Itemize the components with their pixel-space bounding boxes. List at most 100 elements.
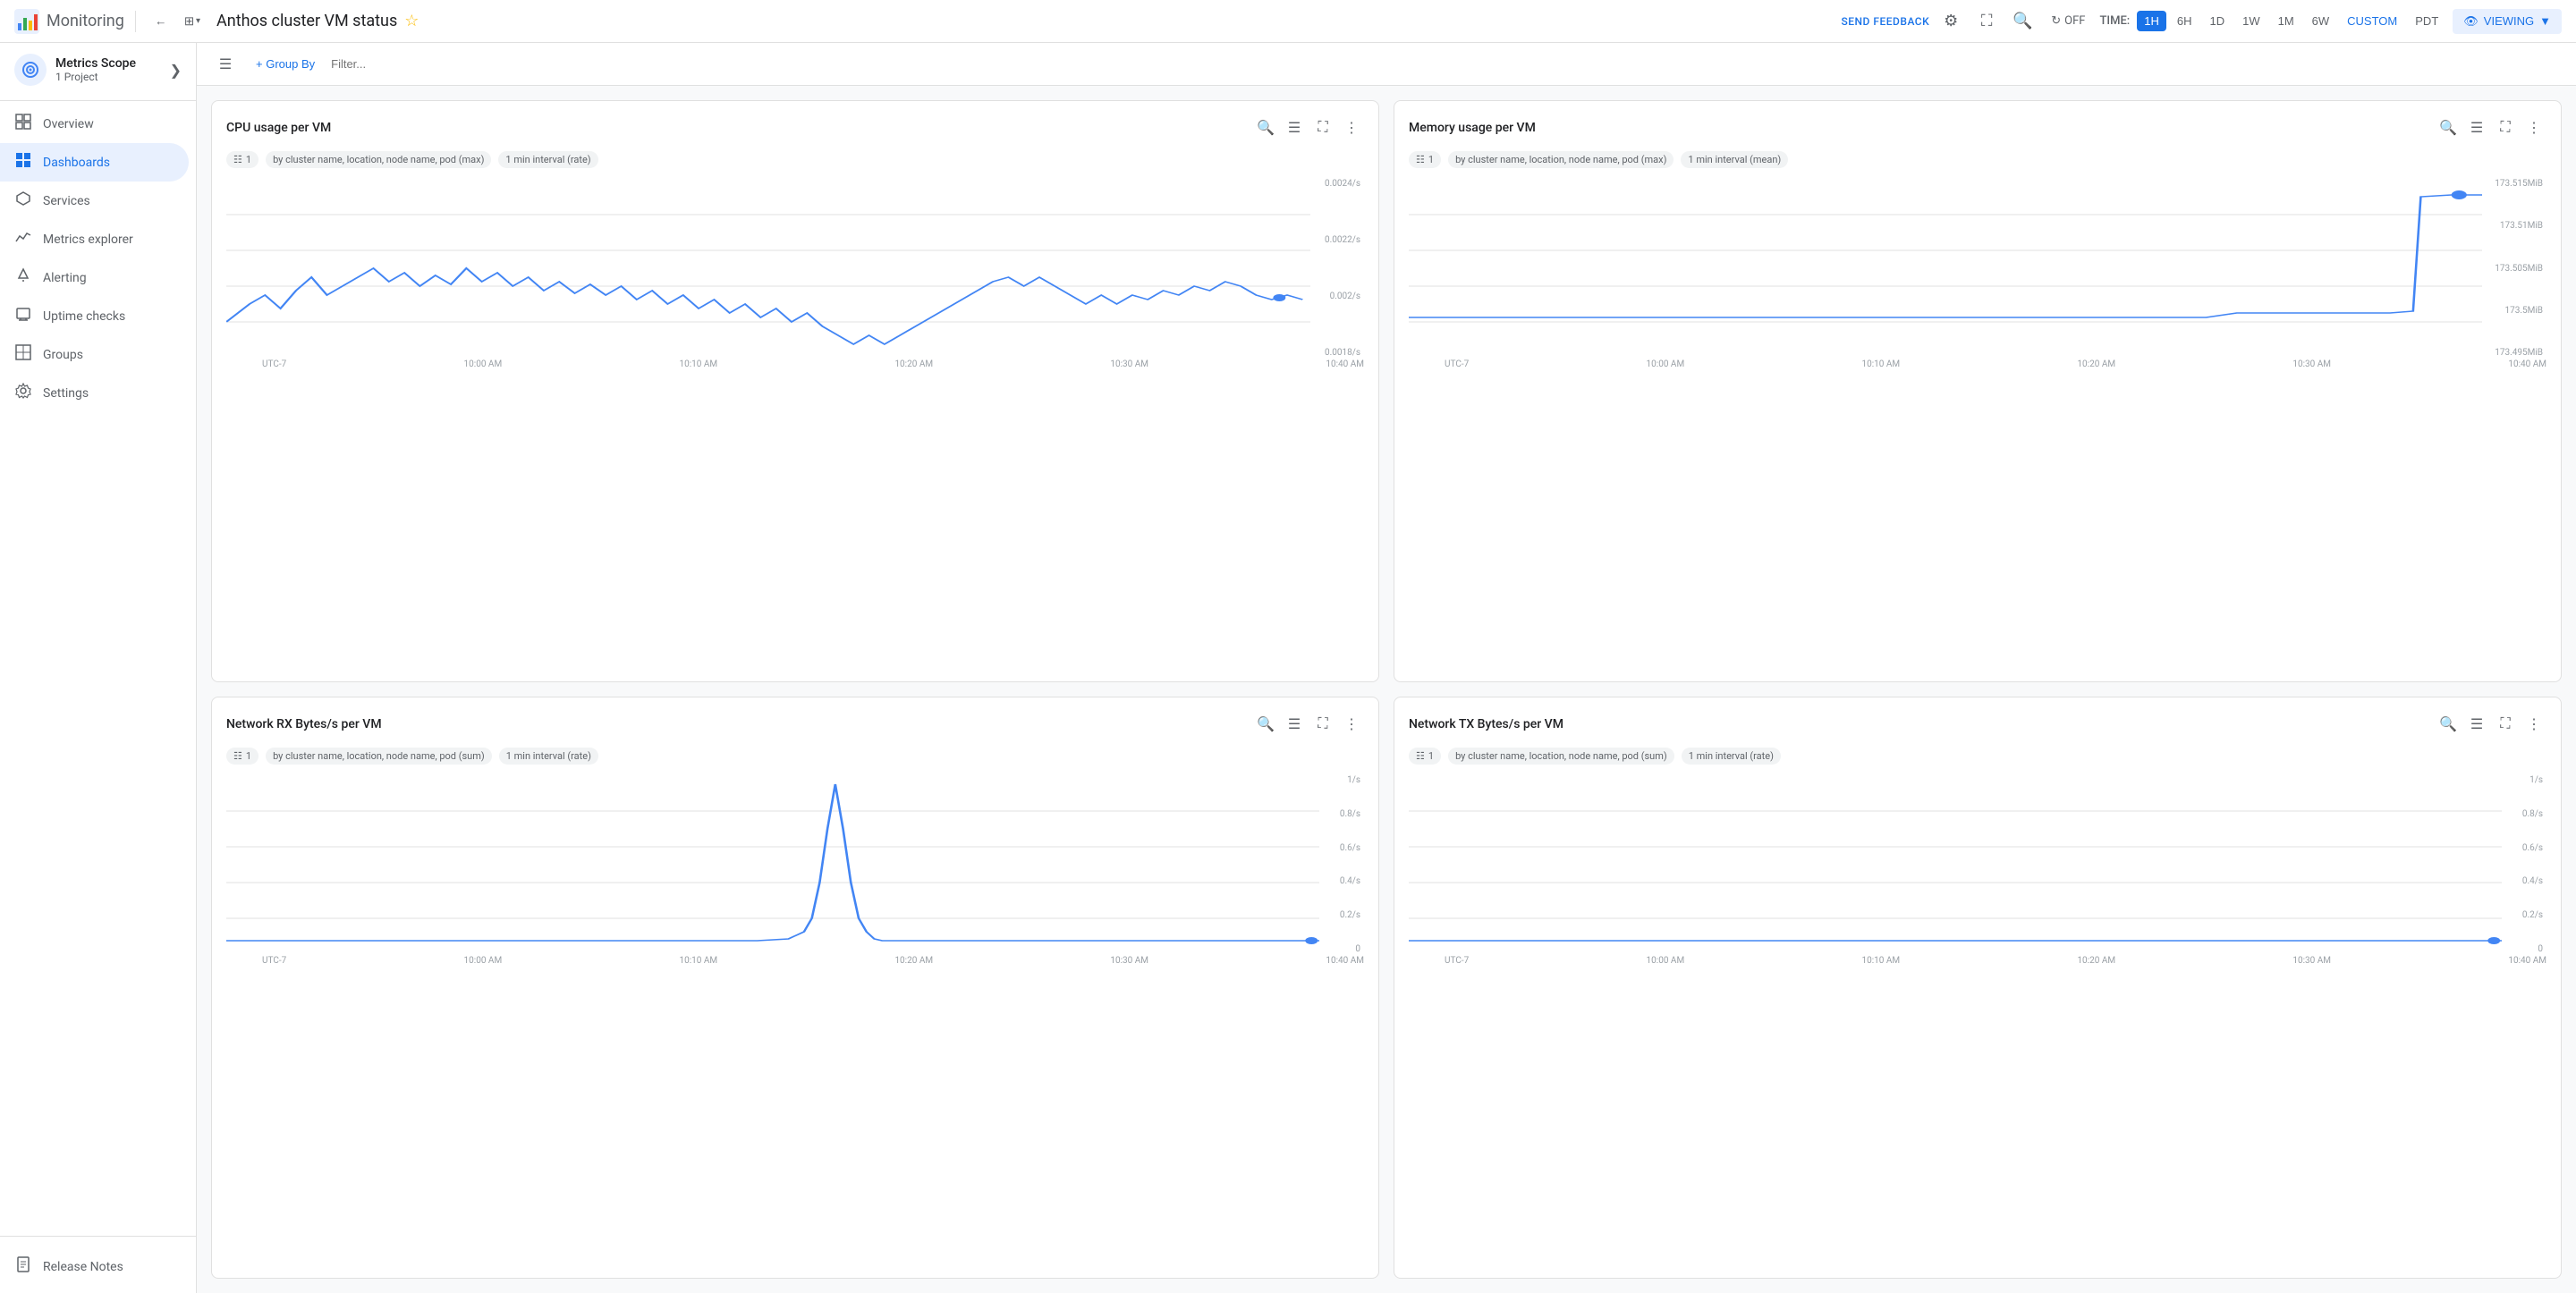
sidebar-item-metrics-explorer[interactable]: Metrics explorer: [0, 220, 189, 258]
time-6w-button[interactable]: 6W: [2305, 11, 2337, 31]
netrx-fullscreen-button[interactable]: ⛶: [1310, 712, 1335, 737]
netrx-y-label-3: 0.6/s: [1323, 843, 1360, 853]
memory-chart-title: Memory usage per VM: [1409, 121, 1536, 135]
viewing-button[interactable]: 👁 VIEWING ▼: [2453, 9, 2562, 34]
cpu-filter-tag[interactable]: ☷ 1: [226, 151, 258, 168]
time-6h-button[interactable]: 6H: [2170, 11, 2199, 31]
cpu-more-button[interactable]: ⋮: [1339, 115, 1364, 140]
sidebar-item-uptime-checks[interactable]: Uptime checks: [0, 297, 189, 335]
nettx-y-label-6: 0: [2505, 944, 2543, 954]
network-tx-chart-tags: ☷ 1 by cluster name, location, node name…: [1409, 748, 2546, 765]
dashboard-icon: ⊞: [184, 14, 194, 29]
memory-fullscreen-button[interactable]: ⛶: [2493, 115, 2518, 140]
cpu-interval-tag[interactable]: 1 min interval (rate): [498, 151, 597, 168]
time-custom-button[interactable]: CUSTOM: [2340, 11, 2404, 31]
nettx-more-button[interactable]: ⋮: [2521, 712, 2546, 737]
page-title: Anthos cluster VM status: [216, 12, 397, 30]
netrx-groupby-tag[interactable]: by cluster name, location, node name, po…: [266, 748, 492, 765]
dashboards-nav-button[interactable]: ⊞ ▾: [179, 7, 206, 36]
memory-chart-body: 173.515MiB 173.51MiB 173.505MiB 173.5MiB…: [1409, 179, 2546, 667]
nettx-groupby-tag[interactable]: by cluster name, location, node name, po…: [1448, 748, 1674, 765]
nettx-interval-tag[interactable]: 1 min interval (rate): [1682, 748, 1781, 765]
memory-chart-area: 173.515MiB 173.51MiB 173.505MiB 173.5MiB…: [1409, 179, 2546, 358]
nettx-legend-button[interactable]: ☰: [2464, 712, 2489, 737]
sidebar-item-settings[interactable]: Settings: [0, 374, 189, 412]
cpu-x-4: 10:30 AM: [1110, 359, 1148, 369]
netrx-x-1: 10:00 AM: [464, 956, 503, 966]
cpu-zoom-button[interactable]: 🔍: [1253, 115, 1278, 140]
nettx-x-1: 10:00 AM: [1647, 956, 1685, 966]
memory-chart-svg: [1409, 179, 2482, 358]
metrics-scope-sub: 1 Project: [55, 71, 161, 83]
viewing-chevron: ▼: [2539, 14, 2551, 28]
nettx-fullscreen-button[interactable]: ⛶: [2493, 712, 2518, 737]
cpu-chart-area: 0.0024/s 0.0022/s 0.002/s 0.0018/s: [226, 179, 1364, 358]
groups-label: Groups: [43, 348, 83, 362]
sidebar-item-release-notes[interactable]: Release Notes: [0, 1247, 189, 1286]
memory-y-label-5: 173.495MiB: [2486, 348, 2543, 358]
sidebar-header-chevron: ❯: [170, 62, 182, 79]
memory-interval-tag[interactable]: 1 min interval (mean): [1681, 151, 1788, 168]
metrics-explorer-label: Metrics explorer: [43, 232, 133, 247]
group-by-button[interactable]: + Group By: [247, 54, 324, 74]
netrx-tag3-label: 1 min interval (rate): [506, 750, 591, 762]
netrx-legend-button[interactable]: ☰: [1282, 712, 1307, 737]
sidebar-item-overview[interactable]: Overview: [0, 105, 189, 143]
netrx-more-button[interactable]: ⋮: [1339, 712, 1364, 737]
dashboards-label: Dashboards: [43, 156, 110, 170]
sidebar-item-alerting[interactable]: Alerting: [0, 258, 189, 297]
netrx-y-label-2: 0.8/s: [1323, 809, 1360, 819]
netrx-x-0: UTC-7: [262, 956, 286, 966]
netrx-y-label-4: 0.4/s: [1323, 876, 1360, 886]
nettx-filter-tag[interactable]: ☷ 1: [1409, 748, 1441, 765]
services-icon: [14, 190, 32, 211]
filter-input[interactable]: [331, 57, 2562, 71]
time-1d-button[interactable]: 1D: [2202, 11, 2232, 31]
netrx-y-labels: 1/s 0.8/s 0.6/s 0.4/s 0.2/s 0: [1319, 775, 1364, 954]
nettx-tag3-label: 1 min interval (rate): [1689, 750, 1774, 762]
cpu-tag3-label: 1 min interval (rate): [505, 154, 590, 165]
cpu-x-5: 10:40 AM: [1326, 359, 1364, 369]
time-label: TIME:: [2099, 14, 2130, 28]
send-feedback-button[interactable]: SEND FEEDBACK: [1841, 15, 1929, 28]
cpu-y-label-2: 0.0022/s: [1314, 235, 1360, 245]
time-pdt-button[interactable]: PDT: [2408, 11, 2445, 31]
memory-zoom-button[interactable]: 🔍: [2436, 115, 2461, 140]
metrics-scope-header[interactable]: Metrics Scope 1 Project ❯: [0, 43, 196, 97]
netrx-interval-tag[interactable]: 1 min interval (rate): [499, 748, 598, 765]
netrx-filter-tag[interactable]: ☷ 1: [226, 748, 258, 765]
memory-filter-tag[interactable]: ☷ 1: [1409, 151, 1441, 168]
refresh-control[interactable]: ↻ OFF: [2044, 11, 2092, 31]
nettx-zoom-button[interactable]: 🔍: [2436, 712, 2461, 737]
favorite-star[interactable]: ☆: [404, 12, 419, 30]
netrx-y-label-6: 0: [1323, 944, 1360, 954]
nettx-chart-svg: [1409, 775, 2502, 954]
time-1m-button[interactable]: 1M: [2271, 11, 2301, 31]
cpu-chart-tags: ☷ 1 by cluster name, location, node name…: [226, 151, 1364, 168]
memory-legend-button[interactable]: ☰: [2464, 115, 2489, 140]
memory-y-labels: 173.515MiB 173.51MiB 173.505MiB 173.5MiB…: [2482, 179, 2546, 358]
time-1w-button[interactable]: 1W: [2235, 11, 2267, 31]
fullscreen-button[interactable]: ⛶: [1972, 7, 2001, 36]
memory-groupby-tag[interactable]: by cluster name, location, node name, po…: [1448, 151, 1674, 168]
sidebar-item-groups[interactable]: Groups: [0, 335, 189, 374]
memory-tag2-label: by cluster name, location, node name, po…: [1455, 154, 1666, 165]
sidebar-item-services[interactable]: Services: [0, 182, 189, 220]
network-rx-chart-header: Network RX Bytes/s per VM 🔍 ☰ ⛶ ⋮: [226, 712, 1364, 737]
netrx-zoom-button[interactable]: 🔍: [1253, 712, 1278, 737]
alerting-label: Alerting: [43, 271, 87, 285]
sidebar-item-dashboards[interactable]: Dashboards: [0, 143, 189, 182]
filter-icon-button[interactable]: ☰: [211, 50, 240, 79]
cpu-groupby-tag[interactable]: by cluster name, location, node name, po…: [266, 151, 491, 168]
memory-x-4: 10:30 AM: [2292, 359, 2331, 369]
settings-icon-button[interactable]: ⚙: [1936, 7, 1965, 36]
time-1h-button[interactable]: 1H: [2137, 11, 2166, 31]
memory-more-button[interactable]: ⋮: [2521, 115, 2546, 140]
release-notes-icon: [14, 1256, 32, 1277]
cpu-fullscreen-button[interactable]: ⛶: [1310, 115, 1335, 140]
back-button[interactable]: ←: [147, 7, 175, 36]
search-button[interactable]: 🔍: [2008, 7, 2037, 36]
netrx-filter-icon: ☷: [233, 750, 242, 762]
network-rx-chart-card: Network RX Bytes/s per VM 🔍 ☰ ⛶ ⋮ ☷ 1 by…: [211, 697, 1379, 1279]
cpu-legend-button[interactable]: ☰: [1282, 115, 1307, 140]
